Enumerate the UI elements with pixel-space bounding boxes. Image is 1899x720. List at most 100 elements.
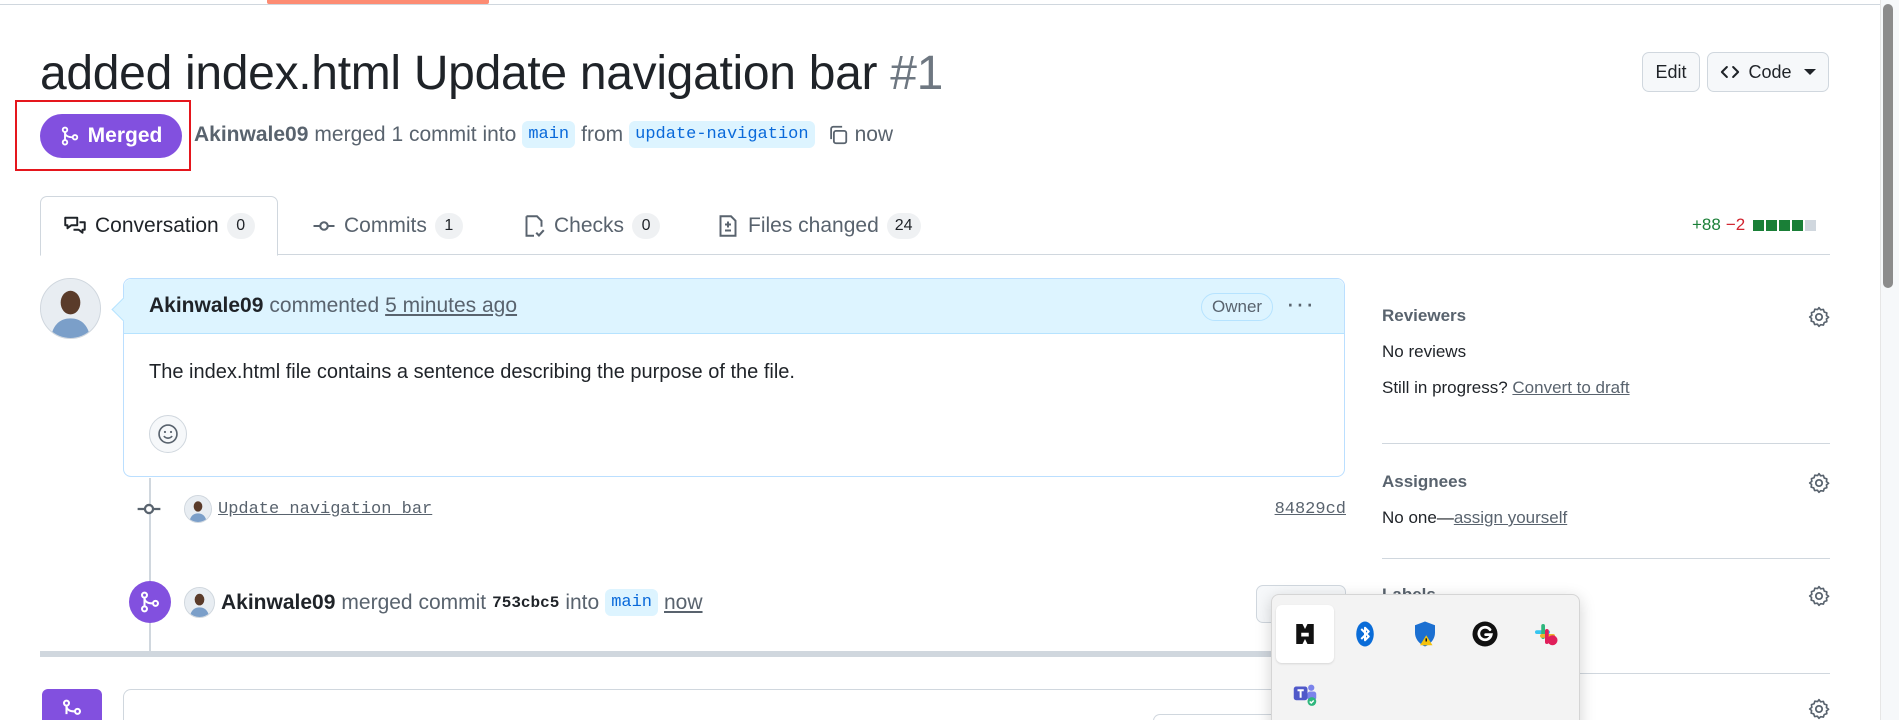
tab-files-changed[interactable]: Files changed 24 — [694, 196, 943, 255]
bitdefender-icon[interactable] — [1276, 605, 1334, 663]
comment-body: The index.html file contains a sentence … — [149, 361, 795, 383]
assign-yourself-link[interactable]: assign yourself — [1454, 508, 1567, 527]
diffstat-blocks — [1753, 219, 1817, 231]
tab-files-changed-label: Files changed — [748, 213, 879, 237]
diff-additions: +88 — [1692, 215, 1721, 234]
timeline-section-divider — [40, 651, 1345, 657]
pr-time: now — [854, 122, 894, 146]
smiley-icon — [158, 424, 178, 444]
tab-conversation[interactable]: Conversation 0 — [40, 196, 278, 256]
comment-author-avatar[interactable] — [40, 278, 101, 339]
merge-event-icon — [129, 581, 171, 623]
bluetooth-icon[interactable] — [1336, 605, 1394, 663]
page-title: added index.html Update navigation bar #… — [40, 46, 943, 101]
comment-author-link[interactable]: Akinwale09 — [149, 294, 263, 318]
commit-icon — [136, 496, 162, 522]
git-merge-icon — [62, 699, 82, 715]
pr-action-text: merged 1 commit into — [314, 122, 517, 146]
merge-event: Akinwale09 merged commit 753cbc5 into ma… — [184, 587, 703, 618]
tab-checks-label: Checks — [554, 213, 625, 237]
draft-prompt-row: Still in progress? Convert to draft — [1382, 378, 1830, 398]
diffstat: +88 −2 — [1692, 215, 1817, 235]
slack-icon[interactable] — [1516, 605, 1574, 663]
draft-prompt: Still in progress? — [1382, 378, 1508, 397]
diffstat-block — [1805, 219, 1817, 231]
commit-sha-link[interactable]: 84829cd — [1275, 500, 1346, 519]
tab-commits-label: Commits — [344, 213, 427, 237]
gear-icon[interactable] — [1808, 472, 1830, 494]
commit-author-avatar[interactable] — [184, 495, 212, 523]
comment-header: Akinwale09 commented 5 minutes ago — [124, 279, 1344, 334]
merge-commit-sha-link[interactable]: 753cbc5 — [492, 594, 559, 612]
file-diff-icon — [719, 214, 737, 237]
scrollbar-thumb[interactable] — [1883, 4, 1893, 288]
code-button-label: Code — [1748, 61, 1792, 82]
diffstat-block — [1779, 219, 1791, 231]
tab-underline-indicator — [267, 0, 489, 4]
commit-message-link[interactable]: Update navigation bar — [218, 500, 432, 519]
kebab-menu-icon[interactable]: ··· — [1286, 290, 1315, 316]
sidebar-reviewers: Reviewers No reviews Still in progress? … — [1382, 306, 1830, 398]
system-tray-overflow — [1271, 594, 1580, 720]
diffstat-block — [1766, 219, 1778, 231]
merge-time-link[interactable]: now — [664, 591, 703, 615]
tab-files-changed-count: 24 — [886, 212, 921, 239]
next-event-icon — [42, 689, 102, 720]
head-branch-link[interactable]: update-navigation — [629, 121, 815, 148]
merge-author-avatar[interactable] — [184, 587, 215, 618]
sidebar-assignees: Assignees No one—assign yourself — [1382, 472, 1830, 528]
comment-card: Akinwale09 commented 5 minutes ago Owner… — [123, 278, 1345, 477]
owner-badge: Owner — [1201, 293, 1274, 321]
comment-timestamp-link[interactable]: 5 minutes ago — [385, 294, 517, 318]
edit-button-label: Edit — [1655, 61, 1687, 82]
pr-author-link[interactable]: Akinwale09 — [194, 123, 308, 147]
header-divider — [0, 4, 1880, 5]
edit-button[interactable]: Edit — [1642, 52, 1700, 92]
tab-commits[interactable]: Commits 1 — [290, 196, 485, 255]
convert-to-draft-link[interactable]: Convert to draft — [1512, 378, 1629, 397]
chevron-down-icon — [1803, 69, 1816, 75]
git-merge-icon — [61, 126, 78, 146]
diffstat-block — [1753, 219, 1765, 231]
merged-state-badge: Merged — [40, 114, 182, 158]
merge-branch-link[interactable]: main — [605, 589, 658, 616]
merge-action: merged commit — [341, 590, 487, 614]
pr-status-line: Akinwale09 merged 1 commit into main fro… — [194, 121, 893, 148]
tab-checks[interactable]: Checks 0 — [500, 196, 682, 255]
from-text: from — [581, 122, 624, 146]
sidebar-divider — [1382, 443, 1830, 444]
tab-commits-count: 1 — [434, 212, 463, 239]
pr-number: #1 — [890, 47, 944, 100]
code-icon — [1721, 66, 1740, 78]
windows-security-icon[interactable] — [1396, 605, 1454, 663]
reviewers-title: Reviewers — [1382, 306, 1467, 325]
gear-icon[interactable] — [1808, 585, 1830, 607]
next-card-button[interactable] — [1153, 714, 1283, 720]
gear-icon[interactable] — [1808, 698, 1830, 720]
base-branch-link[interactable]: main — [522, 121, 576, 148]
git-merge-icon — [140, 591, 160, 613]
conversation-icon — [64, 216, 86, 234]
assignees-row: No one—assign yourself — [1382, 508, 1830, 528]
reviewers-value: No reviews — [1382, 342, 1467, 361]
copy-icon[interactable] — [827, 124, 849, 146]
tab-conversation-label: Conversation — [95, 214, 219, 237]
assignees-title: Assignees — [1382, 472, 1468, 491]
grammarly-icon[interactable] — [1456, 605, 1514, 663]
comment-action: commented — [269, 294, 380, 317]
checklist-icon — [525, 214, 545, 237]
gear-icon[interactable] — [1808, 306, 1830, 328]
merge-author-link[interactable]: Akinwale09 — [221, 591, 335, 615]
assignees-value: No one— — [1382, 508, 1454, 527]
commit-icon — [313, 220, 335, 231]
add-reaction-button[interactable] — [149, 415, 187, 453]
teams-icon[interactable] — [1276, 665, 1334, 720]
commit-timeline-item: Update navigation bar 84829cd — [136, 494, 1346, 524]
sidebar-divider — [1382, 558, 1830, 559]
avatar-image — [41, 279, 100, 338]
diff-deletions: −2 — [1725, 215, 1746, 234]
merged-badge-label: Merged — [87, 124, 163, 147]
code-dropdown-button[interactable]: Code — [1707, 52, 1829, 92]
merge-into-text: into — [565, 590, 600, 614]
diffstat-block — [1792, 219, 1804, 231]
